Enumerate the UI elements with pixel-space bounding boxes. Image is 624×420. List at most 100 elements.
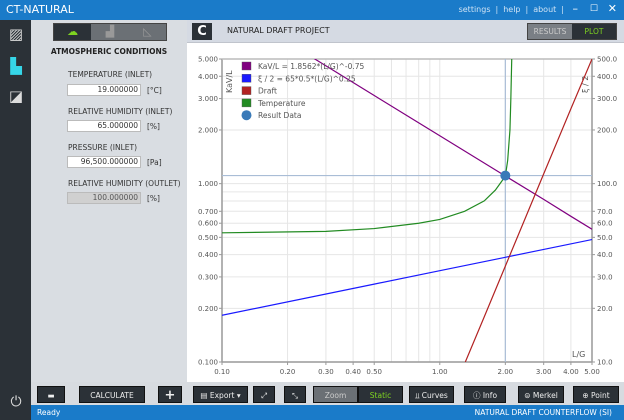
tower-icon[interactable]: ▙ [6, 56, 26, 76]
calculate-button[interactable]: CALCULATE [79, 386, 145, 403]
plot-area[interactable]: 0.10 0.20 0.30 0.40 0.50 1.00 2.00 3.00 4.00 5.00… [187, 43, 624, 382]
bottom-toolbar: ▬ CALCULATE + ▤ Export ▾ ⤢ ⤡ Zoom Static… [31, 382, 624, 406]
plus-icon: + [164, 388, 176, 403]
x-tick-label: 0.30 [318, 368, 334, 376]
export-button[interactable]: ▤ Export ▾ [193, 386, 248, 403]
power-icon[interactable]: ⏻ [6, 392, 26, 412]
merkel-button[interactable]: ⊜ Merkel [518, 386, 564, 403]
y-tick-label: 0.700 [198, 208, 218, 216]
globe-icon: ⊕ [582, 391, 592, 400]
y-tick-label: 4.000 [198, 73, 218, 81]
globe-icon: ⊜ [524, 391, 533, 400]
legend-label: ξ / 2 = 65*0.5*(L/G)^0.25 [258, 74, 356, 83]
static-mode-button[interactable]: Static [358, 386, 403, 403]
status-text: Ready [37, 408, 61, 417]
pressure-input[interactable]: 96,500.000000 [67, 156, 141, 168]
close-icon[interactable]: ✕ [608, 2, 617, 15]
legend-label: KaV/L = 1.8562*(L/G)^-0.75 [258, 62, 365, 71]
zoom-mode-button[interactable]: Zoom [313, 386, 358, 403]
y2-tick-label: 70.0 [597, 208, 613, 216]
export-label: Export [209, 391, 235, 400]
result-data-point [500, 170, 511, 181]
humidity-inlet-unit: [%] [147, 122, 160, 131]
y2-tick-label: 30.0 [597, 273, 613, 281]
series--line [222, 238, 592, 316]
y-tick-label: 3.000 [198, 95, 218, 103]
input-panel: ☁ ▟ ◺ ATMOSPHERIC CONDITIONS TEMPERATURE… [31, 20, 187, 382]
collapse-button[interactable]: ⤡ [284, 386, 306, 403]
legend-label: Draft [258, 87, 277, 96]
y-tick-label: 0.100 [198, 359, 218, 367]
temperature-label: TEMPERATURE (INLET) [68, 70, 153, 79]
temperature-input[interactable]: 19.000000 [67, 84, 141, 96]
help-link[interactable]: help [503, 5, 520, 14]
sidebar: ▨ ▙ ◪ ⏻ [0, 20, 31, 420]
x-tick-label: 0.50 [366, 368, 382, 376]
x-axis-label: L/G [572, 350, 585, 359]
collapse-icon: ⤡ [292, 391, 298, 400]
point-button[interactable]: ⊕ Point [573, 386, 619, 403]
legend-label: Temperature [257, 99, 306, 108]
x-tick-label: 2.00 [498, 368, 514, 376]
folder-button[interactable]: ▬ [37, 386, 65, 403]
weather-icon[interactable]: ☁ [54, 24, 92, 40]
section-title: ATMOSPHERIC CONDITIONS [50, 47, 168, 56]
y2-tick-label: 40.0 [597, 251, 613, 259]
y2-axis-label: ξ / 2 [581, 76, 590, 93]
y2-tick-label: 100.0 [597, 180, 617, 188]
plot-tab[interactable]: PLOT [572, 24, 616, 39]
y-tick-label: 0.200 [198, 305, 218, 313]
x-tick-label: 3.00 [536, 368, 552, 376]
maximize-icon[interactable]: ☐ [590, 4, 598, 14]
pressure-unit: [Pa] [147, 158, 162, 167]
curve-chart-icon[interactable]: ▨ [6, 24, 26, 44]
humidity-inlet-label: RELATIVE HUMIDITY (INLET) [68, 107, 173, 116]
y-tick-label: 5.000 [198, 56, 218, 64]
legend-swatch [241, 98, 252, 108]
settings-link[interactable]: settings [459, 5, 491, 14]
legend-swatch [241, 86, 252, 95]
expand-button[interactable]: ⤢ [253, 386, 275, 403]
refresh-button[interactable]: C [192, 23, 212, 40]
temperature-unit: [°C] [147, 86, 162, 95]
title-bar: CT-NATURAL settings | help | about | – ☐ ✕ [0, 0, 624, 20]
view-toggle: RESULTS PLOT [527, 23, 617, 40]
add-button[interactable]: + [158, 386, 182, 403]
legend-swatch [241, 110, 252, 121]
humidity-outlet-input: 100.000000 [67, 192, 141, 204]
y2-tick-label: 200.0 [597, 126, 617, 134]
y2-tick-label: 10.0 [597, 359, 613, 367]
about-link[interactable]: about [533, 5, 556, 14]
curves-button[interactable]: ⫫ Curves [409, 386, 454, 403]
y-tick-label: 1.000 [198, 180, 218, 188]
merkel-label: Merkel [532, 391, 558, 400]
status-bar: Ready NATURAL DRAFT COUNTERFLOW (SI) [31, 405, 624, 420]
y2-tick-label: 500.0 [597, 56, 617, 64]
graph-icon[interactable]: ◺ [129, 24, 166, 40]
legend-label: Result Data [258, 111, 301, 120]
panel-tabs: ☁ ▟ ◺ [53, 23, 167, 41]
curves-icon: ⫫ [415, 391, 422, 400]
results-tab[interactable]: RESULTS [528, 24, 572, 39]
humidity-inlet-input[interactable]: 65.000000 [67, 120, 141, 132]
legend-swatch [241, 61, 252, 71]
point-label: Point [591, 391, 610, 400]
y2-tick-label: 300.0 [597, 95, 617, 103]
info-label: Info [482, 391, 498, 400]
y-tick-label: 2.000 [198, 126, 218, 134]
fill-icon[interactable]: ◪ [6, 86, 26, 106]
info-button[interactable]: ⓘ Info [464, 386, 506, 403]
pressure-label: PRESSURE (INLET) [68, 143, 137, 152]
y-tick-label: 0.500 [198, 234, 218, 242]
y-tick-label: 0.300 [198, 273, 218, 281]
minimize-icon[interactable]: – [573, 2, 579, 15]
expand-icon: ⤢ [261, 391, 267, 400]
y2-tick-label: 50.0 [597, 234, 613, 242]
info-icon: ⓘ [472, 391, 483, 400]
app-title: CT-NATURAL [6, 3, 74, 16]
y-tick-label: 0.600 [198, 220, 218, 228]
y-tick-label: 0.400 [198, 251, 218, 259]
legend-swatch [241, 74, 252, 83]
y-axis-label: KaV/L [225, 70, 234, 93]
factory-icon[interactable]: ▟ [91, 24, 128, 40]
